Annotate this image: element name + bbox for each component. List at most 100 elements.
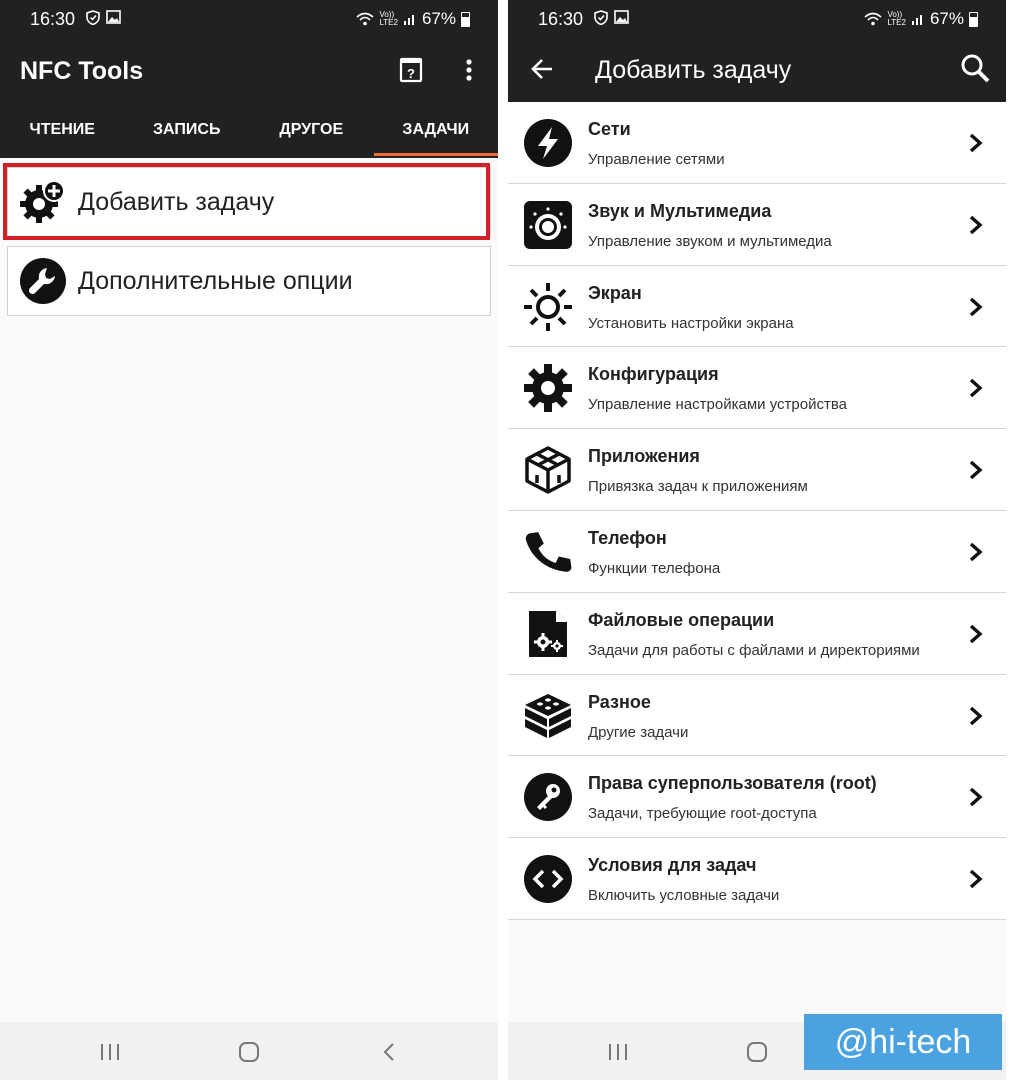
shield-icon — [86, 10, 100, 25]
help-book-icon[interactable]: ? — [396, 55, 426, 85]
chevron-right-icon — [968, 623, 984, 645]
watermark-text: @hi-tech — [834, 1022, 972, 1061]
tab-read-label: ЧТЕНИЕ — [29, 121, 95, 138]
row-title: Приложения — [588, 446, 700, 467]
row-title: Сети — [588, 119, 631, 139]
image-icon — [614, 10, 629, 24]
row-subtitle: Привязка задач к приложениям — [588, 478, 808, 496]
signal-icon — [911, 15, 922, 25]
chevron-right-icon — [968, 705, 984, 727]
right-screen: 16:30 Vo)) LTE2 67% Добавить задачу Сети У… — [508, 0, 1006, 1080]
row-title: Звук и Мультимедиа — [588, 200, 772, 221]
key-icon — [522, 771, 574, 823]
search-icon[interactable] — [960, 53, 990, 83]
cube-icon — [522, 444, 574, 496]
wifi-icon — [356, 12, 374, 26]
battery-percent: 67% — [421, 9, 456, 28]
recent-apps-icon[interactable] — [96, 1038, 124, 1066]
recent-apps-icon[interactable] — [604, 1038, 632, 1066]
row-subtitle: Функции телефона — [588, 559, 721, 577]
app-title: NFC Tools — [20, 57, 144, 85]
battery-percent: 67% — [929, 9, 964, 28]
row-subtitle: Задачи для работы с файлами и директория… — [588, 641, 920, 659]
chevron-right-icon — [968, 868, 984, 890]
file-gear-icon — [522, 608, 574, 660]
tab-other[interactable]: ДРУГОЕ — [249, 102, 374, 158]
tab-write[interactable]: ЗАПИСЬ — [125, 102, 250, 158]
more-options-icon[interactable] — [454, 55, 484, 85]
row-subtitle: Управление звуком и мультимедиа — [588, 232, 832, 250]
gear-icon — [522, 362, 574, 414]
task-category-row[interactable]: Приложения Привязка задач к приложениям — [508, 429, 1006, 511]
task-category-row[interactable]: Файловые операции Задачи для работы с фай… — [508, 592, 1006, 675]
highlight-frame — [3, 163, 490, 240]
home-icon[interactable] — [743, 1038, 771, 1066]
tab-bar: ЧТЕНИЕ ЗАПИСЬ ДРУГОЕ ЗАДАЧИ — [0, 102, 498, 158]
task-category-row[interactable]: Разное Другие задачи — [508, 674, 1006, 757]
row-title: Конфигурация — [588, 364, 719, 385]
lte-label-bottom: LTE2 — [379, 18, 398, 27]
additional-options-button[interactable]: Дополнительные опции — [7, 246, 491, 316]
back-nav-icon[interactable] — [375, 1038, 403, 1066]
shield-icon — [594, 10, 608, 25]
row-subtitle: Управление настройками устройства — [588, 396, 847, 414]
row-subtitle: Установить настройки экрана — [588, 314, 794, 332]
speaker-dial-icon — [522, 199, 574, 251]
task-category-row[interactable]: Права суперпользователя (root) Задачи, тр… — [508, 756, 1006, 839]
chevron-right-icon — [968, 786, 984, 808]
chevron-right-icon — [968, 541, 984, 563]
row-subtitle: Задачи, требующие root-доступа — [588, 805, 817, 823]
page-title: Добавить задачу — [595, 56, 792, 84]
bricks-icon — [522, 690, 574, 742]
tab-tasks[interactable]: ЗАДАЧИ — [373, 102, 499, 158]
left-screen: 16:30 Vo)) LTE2 67% NFC Tools ? ЧТЕНИЕ ЗА… — [0, 0, 498, 1080]
chevron-right-icon — [968, 214, 984, 236]
tab-other-label: ДРУГОЕ — [279, 121, 344, 138]
lightning-icon — [522, 117, 574, 169]
row-title: Разное — [588, 691, 651, 712]
row-title: Права суперпользователя (root) — [588, 773, 877, 794]
task-category-row[interactable]: Условия для задач Включить условные задач… — [508, 838, 1006, 920]
task-category-row[interactable]: Звук и Мультимедиа Управление звуком и му… — [508, 183, 1006, 266]
watermark-logo: @hi-tech — [804, 1014, 1002, 1070]
chevron-right-icon — [968, 459, 984, 481]
task-category-row[interactable]: Экран Установить настройки экрана — [508, 265, 1006, 348]
battery-icon — [461, 11, 470, 27]
wifi-icon — [864, 12, 882, 26]
chevron-right-icon — [968, 296, 984, 318]
task-category-row[interactable]: Сети Управление сетями — [508, 102, 1006, 184]
row-subtitle: Включить условные задачи — [588, 887, 780, 905]
svg-text:?: ? — [407, 66, 415, 81]
status-time: 16:30 — [538, 9, 584, 29]
status-bar: 16:30 Vo)) LTE2 67% — [0, 0, 498, 37]
task-category-row[interactable]: Телефон Функции телефона — [508, 510, 1006, 593]
chevron-right-icon — [968, 132, 984, 154]
image-icon — [106, 10, 121, 24]
status-time: 16:30 — [30, 9, 76, 29]
chevron-right-icon — [968, 377, 984, 399]
lte-label-bottom: LTE2 — [887, 18, 906, 27]
status-bar: 16:30 Vo)) LTE2 67% — [508, 0, 1006, 37]
phone-icon — [522, 526, 574, 578]
battery-icon — [969, 11, 978, 27]
task-category-row[interactable]: Конфигурация Управление настройками устро… — [508, 347, 1006, 430]
app-bar: NFC Tools ? — [0, 37, 498, 102]
system-nav-bar — [0, 1022, 498, 1080]
row-title: Экран — [588, 282, 642, 303]
tab-read[interactable]: ЧТЕНИЕ — [0, 102, 125, 158]
tab-write-label: ЗАПИСЬ — [153, 121, 221, 138]
row-title: Телефон — [588, 527, 667, 548]
tab-tasks-label: ЗАДАЧИ — [402, 121, 470, 138]
sun-icon — [522, 281, 574, 333]
home-icon[interactable] — [235, 1038, 263, 1066]
back-arrow-icon[interactable] — [527, 54, 557, 84]
additional-options-label: Дополнительные опции — [78, 266, 353, 295]
row-subtitle: Управление сетями — [588, 151, 725, 168]
row-title: Файловые операции — [588, 609, 775, 630]
app-bar: Добавить задачу — [508, 37, 1006, 102]
signal-icon — [403, 15, 414, 25]
row-title: Условия для задач — [588, 855, 757, 876]
code-brackets-icon — [522, 853, 574, 905]
row-subtitle: Другие задачи — [588, 723, 689, 741]
task-category-list: Сети Управление сетями Звук и Мультимедиа У… — [508, 102, 1006, 920]
